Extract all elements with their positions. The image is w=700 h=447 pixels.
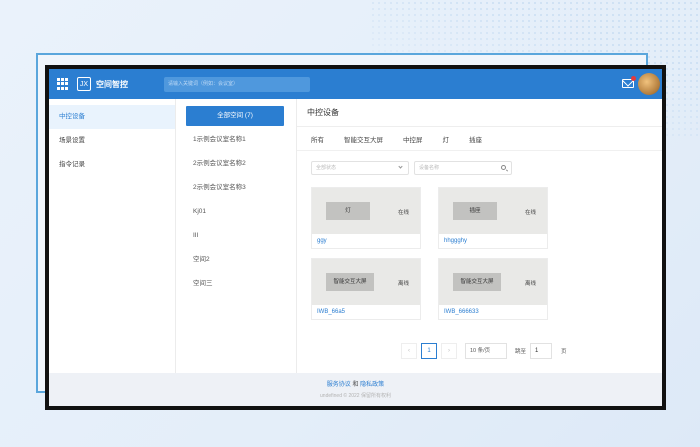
device-status: 在线 (397, 210, 409, 216)
app-title: 空间智控 (96, 79, 128, 89)
device-card[interactable]: 智能交互大屏 离线 IWB_66a5 (311, 258, 421, 320)
prev-page-button[interactable]: ‹ (401, 343, 417, 359)
footer-and-text: 和 (352, 382, 359, 388)
room-item[interactable]: 空间2 (186, 248, 286, 272)
top-bar: JX 空间智控 请输入关键词（例如：会议室） (49, 69, 662, 99)
goto-page-input[interactable]: 1 (530, 343, 553, 359)
device-type-label: 灯 (326, 202, 370, 220)
room-item[interactable]: Kj01 (186, 200, 286, 224)
global-search-input[interactable]: 请输入关键词（例如：会议室） (164, 76, 310, 92)
status-select[interactable]: 全部状态 (311, 161, 409, 175)
page-title: 中控设备 (297, 99, 662, 127)
device-panel: 中控设备 所有 智能交互大屏 中控屏 灯 插座 全部状态 设备名称 灯 在线 g… (297, 99, 662, 373)
chevron-down-icon (398, 164, 403, 169)
tab-socket[interactable]: 插座 (469, 134, 482, 144)
device-type-label: 智能交互大屏 (453, 273, 501, 291)
device-card[interactable]: 灯 在线 ggy (311, 187, 421, 249)
device-name-link[interactable]: IWB_666633 (439, 305, 547, 321)
room-item[interactable]: 1示例会议室名称1 (186, 128, 286, 152)
room-list: 全部空间 (7) 1示例会议室名称1 2示例会议室名称2 2示例会议室名称3 K… (176, 99, 297, 373)
tab-control-screen[interactable]: 中控屏 (403, 134, 423, 144)
pagination: ‹ 1 › 10 条/页 跳至 1 页 (401, 343, 571, 359)
device-card-preview: 智能交互大屏 离线 (439, 259, 547, 305)
app-logo: JX (77, 77, 91, 91)
device-card-preview: 智能交互大屏 离线 (312, 259, 420, 305)
notification-badge (631, 76, 636, 81)
tab-light[interactable]: 灯 (443, 134, 450, 144)
room-item[interactable]: 2示例会议室名称3 (186, 176, 286, 200)
all-rooms-button[interactable]: 全部空间 (7) (186, 106, 284, 126)
room-item[interactable]: III (186, 224, 286, 248)
device-name-link[interactable]: IWB_66a5 (312, 305, 420, 321)
page-size-select[interactable]: 10 条/页 (465, 343, 507, 359)
device-name-input[interactable]: 设备名称 (414, 161, 512, 175)
device-name-link[interactable]: ggy (312, 234, 420, 250)
sidebar-item-control-devices[interactable]: 中控设备 (49, 105, 175, 129)
device-status: 离线 (524, 281, 536, 287)
page-number-current[interactable]: 1 (421, 343, 437, 359)
device-name-link[interactable]: hhggghy (439, 234, 547, 250)
goto-label: 跳至 (515, 349, 527, 355)
footer: 服务协议 和 隐私政策 undefined © 2022 保留所有权利 (49, 373, 662, 406)
device-name-placeholder: 设备名称 (419, 165, 440, 171)
sidebar-item-scene-settings[interactable]: 场景设置 (49, 129, 175, 153)
device-card[interactable]: 插座 在线 hhggghy (438, 187, 548, 249)
device-status: 在线 (524, 210, 536, 216)
sidebar: 中控设备 场景设置 指令记录 (49, 99, 176, 373)
sidebar-item-command-log[interactable]: 指令记录 (49, 153, 175, 177)
page-suffix: 页 (561, 349, 567, 355)
privacy-policy-link[interactable]: 隐私政策 (360, 382, 384, 388)
tab-interactive-display[interactable]: 智能交互大屏 (344, 134, 383, 144)
device-card[interactable]: 智能交互大屏 离线 IWB_666633 (438, 258, 548, 320)
tab-all[interactable]: 所有 (311, 134, 324, 144)
next-page-button[interactable]: › (441, 343, 457, 359)
main-area: 中控设备 场景设置 指令记录 全部空间 (7) 1示例会议室名称1 2示例会议室… (49, 99, 662, 373)
status-select-placeholder: 全部状态 (316, 165, 337, 171)
device-card-preview: 插座 在线 (439, 188, 547, 234)
user-avatar[interactable] (638, 73, 660, 95)
search-icon[interactable] (501, 165, 506, 170)
device-type-label: 智能交互大屏 (326, 273, 374, 291)
device-type-label: 插座 (453, 202, 497, 220)
filter-bar: 全部状态 设备名称 (297, 151, 662, 175)
room-item[interactable]: 2示例会议室名称2 (186, 152, 286, 176)
room-item[interactable]: 空间三 (186, 272, 286, 296)
service-agreement-link[interactable]: 服务协议 (327, 382, 351, 388)
app-grid-icon[interactable] (57, 78, 69, 90)
device-card-grid: 灯 在线 ggy 插座 在线 hhggghy 智能交互大屏 离线 IWB_66a… (297, 175, 662, 320)
device-status: 离线 (397, 281, 409, 287)
app-window: JX 空间智控 请输入关键词（例如：会议室） 中控设备 场景设置 指令记录 全部… (45, 65, 666, 410)
device-type-tabs: 所有 智能交互大屏 中控屏 灯 插座 (297, 127, 662, 151)
footer-links: 服务协议 和 隐私政策 (49, 379, 662, 388)
device-card-preview: 灯 在线 (312, 188, 420, 234)
copyright-text: undefined © 2022 保留所有权利 (320, 393, 391, 399)
